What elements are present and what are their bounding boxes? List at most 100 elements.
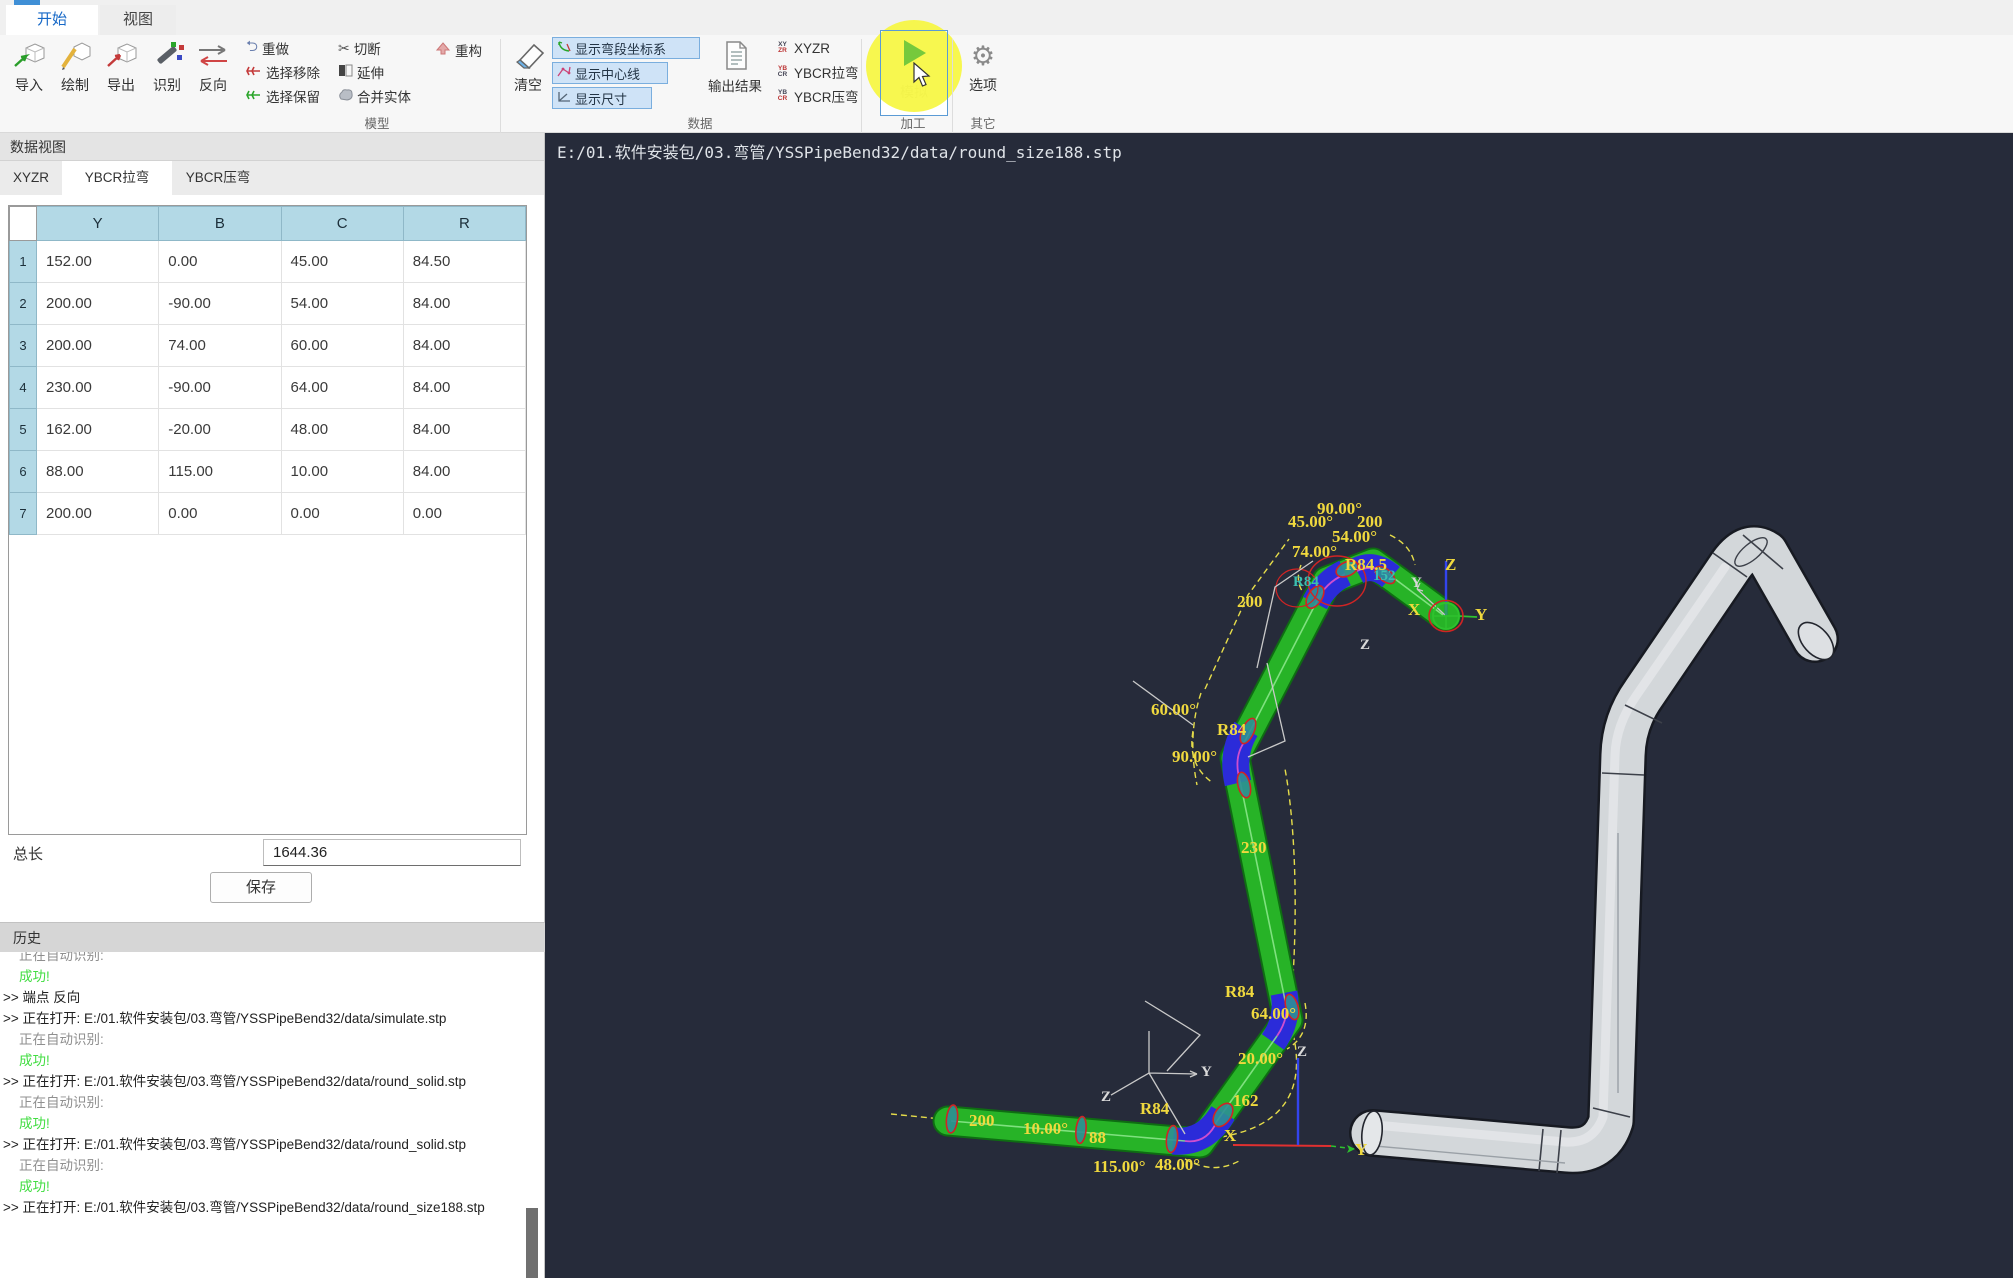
table-cell[interactable]: 0.00: [280, 492, 404, 535]
save-button[interactable]: 保存: [210, 872, 312, 903]
table-cell[interactable]: 162.00: [35, 408, 160, 451]
table-cell[interactable]: 84.00: [402, 408, 527, 451]
row-number[interactable]: 2: [9, 282, 37, 325]
gear-icon: ⚙: [970, 41, 996, 71]
tab-ybcr-draw[interactable]: YBCR拉弯: [62, 161, 172, 195]
table-cell[interactable]: -90.00: [158, 282, 282, 325]
toggle-show-centerline[interactable]: 显示中心线: [552, 62, 668, 84]
scene-canvas: 90.00° 45.00° 200 54.00° 74.00° R84.5 15…: [890, 499, 1841, 1176]
svg-text:R84: R84: [1225, 982, 1255, 1001]
tab-start[interactable]: 开始: [6, 5, 98, 35]
table-cell[interactable]: 84.00: [402, 324, 527, 367]
options-button[interactable]: ⚙ 选项: [958, 38, 1008, 100]
table-cell[interactable]: 64.00: [280, 366, 404, 409]
toggle-show-bend-frames[interactable]: 显示弯段坐标系: [552, 37, 700, 59]
history-line: 成功!: [19, 1116, 50, 1131]
reverse-button[interactable]: 反向: [190, 38, 236, 100]
import-button[interactable]: 导入: [6, 38, 52, 100]
row-number[interactable]: 3: [9, 324, 37, 367]
table-row[interactable]: 6 88.00 115.00 10.00 84.00: [9, 450, 527, 493]
output-results-button[interactable]: 输出结果: [703, 38, 767, 100]
col-header-y[interactable]: Y: [35, 206, 160, 241]
history-scrollbar-thumb[interactable]: [526, 1208, 538, 1278]
total-length-field[interactable]: 1644.36: [263, 839, 521, 866]
clear-button[interactable]: 清空: [505, 38, 551, 100]
table-cell[interactable]: 0.00: [158, 240, 282, 283]
table-cell[interactable]: 0.00: [158, 492, 282, 535]
table-cell[interactable]: 152.00: [35, 240, 160, 283]
table-cell[interactable]: 60.00: [280, 324, 404, 367]
table-row[interactable]: 4 230.00 -90.00 64.00 84.00: [9, 366, 527, 409]
table-cell[interactable]: 48.00: [280, 408, 404, 451]
recognize-button[interactable]: 识别: [144, 38, 190, 100]
table-cell[interactable]: -90.00: [158, 366, 282, 409]
table-cell[interactable]: 115.00: [158, 450, 282, 493]
table-cell[interactable]: 230.00: [35, 366, 160, 409]
svg-text:230: 230: [1241, 838, 1267, 857]
rebuild-button[interactable]: 重构: [435, 40, 482, 60]
panel-title: 数据视图: [0, 133, 544, 161]
pencil-cube-icon: [52, 40, 98, 74]
row-number[interactable]: 4: [9, 366, 37, 409]
table-row[interactable]: 5 162.00 -20.00 48.00 84.00: [9, 408, 527, 451]
row-number[interactable]: 7: [9, 492, 37, 535]
format-xyzr-button[interactable]: XY ZR XYZR: [775, 38, 830, 58]
select-keep-button[interactable]: 选择保留: [246, 86, 320, 106]
table-cell[interactable]: 10.00: [280, 450, 404, 493]
export-button[interactable]: 导出: [98, 38, 144, 100]
viewport-3d[interactable]: E:/01.软件安装包/03.弯管/YSSPipeBend32/data/rou…: [545, 133, 2013, 1278]
table-row[interactable]: 7 200.00 0.00 0.00 0.00: [9, 492, 527, 535]
table-cell[interactable]: 200.00: [35, 324, 160, 367]
export-cube-icon: [98, 40, 144, 74]
table-cell[interactable]: 74.00: [158, 324, 282, 367]
grey-pipe-model[interactable]: [1349, 525, 1841, 1175]
select-remove-button[interactable]: 选择移除: [246, 62, 320, 82]
ybcr-table: Y B C R 1 152.00 0.00 45.00 84.50 2 200.00 -90.…: [8, 205, 527, 835]
history-line: >> 正在打开: E:/01.软件安装包/03.弯管/YSSPipeBend32…: [3, 1011, 447, 1026]
table-row[interactable]: 3 200.00 74.00 60.00 84.00: [9, 324, 527, 367]
ribbon-separator: [500, 39, 501, 141]
format-ybcr-draw-button[interactable]: YB CR YBCR拉弯: [775, 62, 859, 82]
table-cell[interactable]: -20.00: [158, 408, 282, 451]
toggle-show-dimensions[interactable]: 显示尺寸: [552, 87, 652, 109]
row-number[interactable]: 6: [9, 450, 37, 493]
redo-button[interactable]: ⮌ 重做: [246, 38, 289, 58]
table-row[interactable]: 1 152.00 0.00 45.00 84.50: [9, 240, 527, 283]
cut-button[interactable]: ✂ 切断: [338, 38, 381, 58]
svg-text:X: X: [1224, 1126, 1237, 1145]
table-row[interactable]: 2 200.00 -90.00 54.00 84.00: [9, 282, 527, 325]
col-header-c[interactable]: C: [280, 206, 404, 241]
table-cell[interactable]: 200.00: [35, 492, 160, 535]
merge-solid-button[interactable]: 合并实体: [338, 86, 411, 106]
table-cell[interactable]: 84.50: [402, 240, 527, 283]
col-header-b[interactable]: B: [158, 206, 282, 241]
draw-button[interactable]: 绘制: [52, 38, 98, 100]
simulate-run-button[interactable]: 模拟: [866, 20, 962, 116]
extend-button[interactable]: 延伸: [338, 62, 384, 82]
redo-icon: ⮌: [246, 37, 259, 55]
format-ybcr-press-button[interactable]: YB CR YBCR压弯: [775, 86, 859, 106]
row-number[interactable]: 1: [9, 240, 37, 283]
col-header-r[interactable]: R: [402, 206, 527, 241]
table-cell[interactable]: 84.00: [402, 282, 527, 325]
table-cell[interactable]: 45.00: [280, 240, 404, 283]
table-cell[interactable]: 88.00: [35, 450, 160, 493]
history-line: >> 端点 反向: [3, 990, 81, 1005]
tab-xyzr[interactable]: XYZR: [0, 161, 62, 195]
table-cell[interactable]: 84.00: [402, 366, 527, 409]
svg-text:162: 162: [1233, 1091, 1259, 1110]
history-log[interactable]: 正在自动识别: 成功! >> 端点 反向 >> 正在打开: E:/01.软件安装包/0…: [0, 952, 527, 1278]
document-icon: [703, 40, 767, 74]
svg-text:64.00°: 64.00°: [1251, 1004, 1296, 1023]
row-number[interactable]: 5: [9, 408, 37, 451]
table-cell[interactable]: 84.00: [402, 450, 527, 493]
tab-view[interactable]: 视图: [100, 5, 176, 35]
coord-frame-icon: [557, 40, 571, 56]
table-cell[interactable]: 200.00: [35, 282, 160, 325]
tab-ybcr-press[interactable]: YBCR压弯: [172, 161, 264, 195]
ribbon-separator: [861, 39, 862, 141]
history-header: 历史: [0, 922, 545, 952]
group-label-data: 数据: [687, 117, 713, 131]
table-cell[interactable]: 54.00: [280, 282, 404, 325]
table-cell[interactable]: 0.00: [402, 492, 527, 535]
